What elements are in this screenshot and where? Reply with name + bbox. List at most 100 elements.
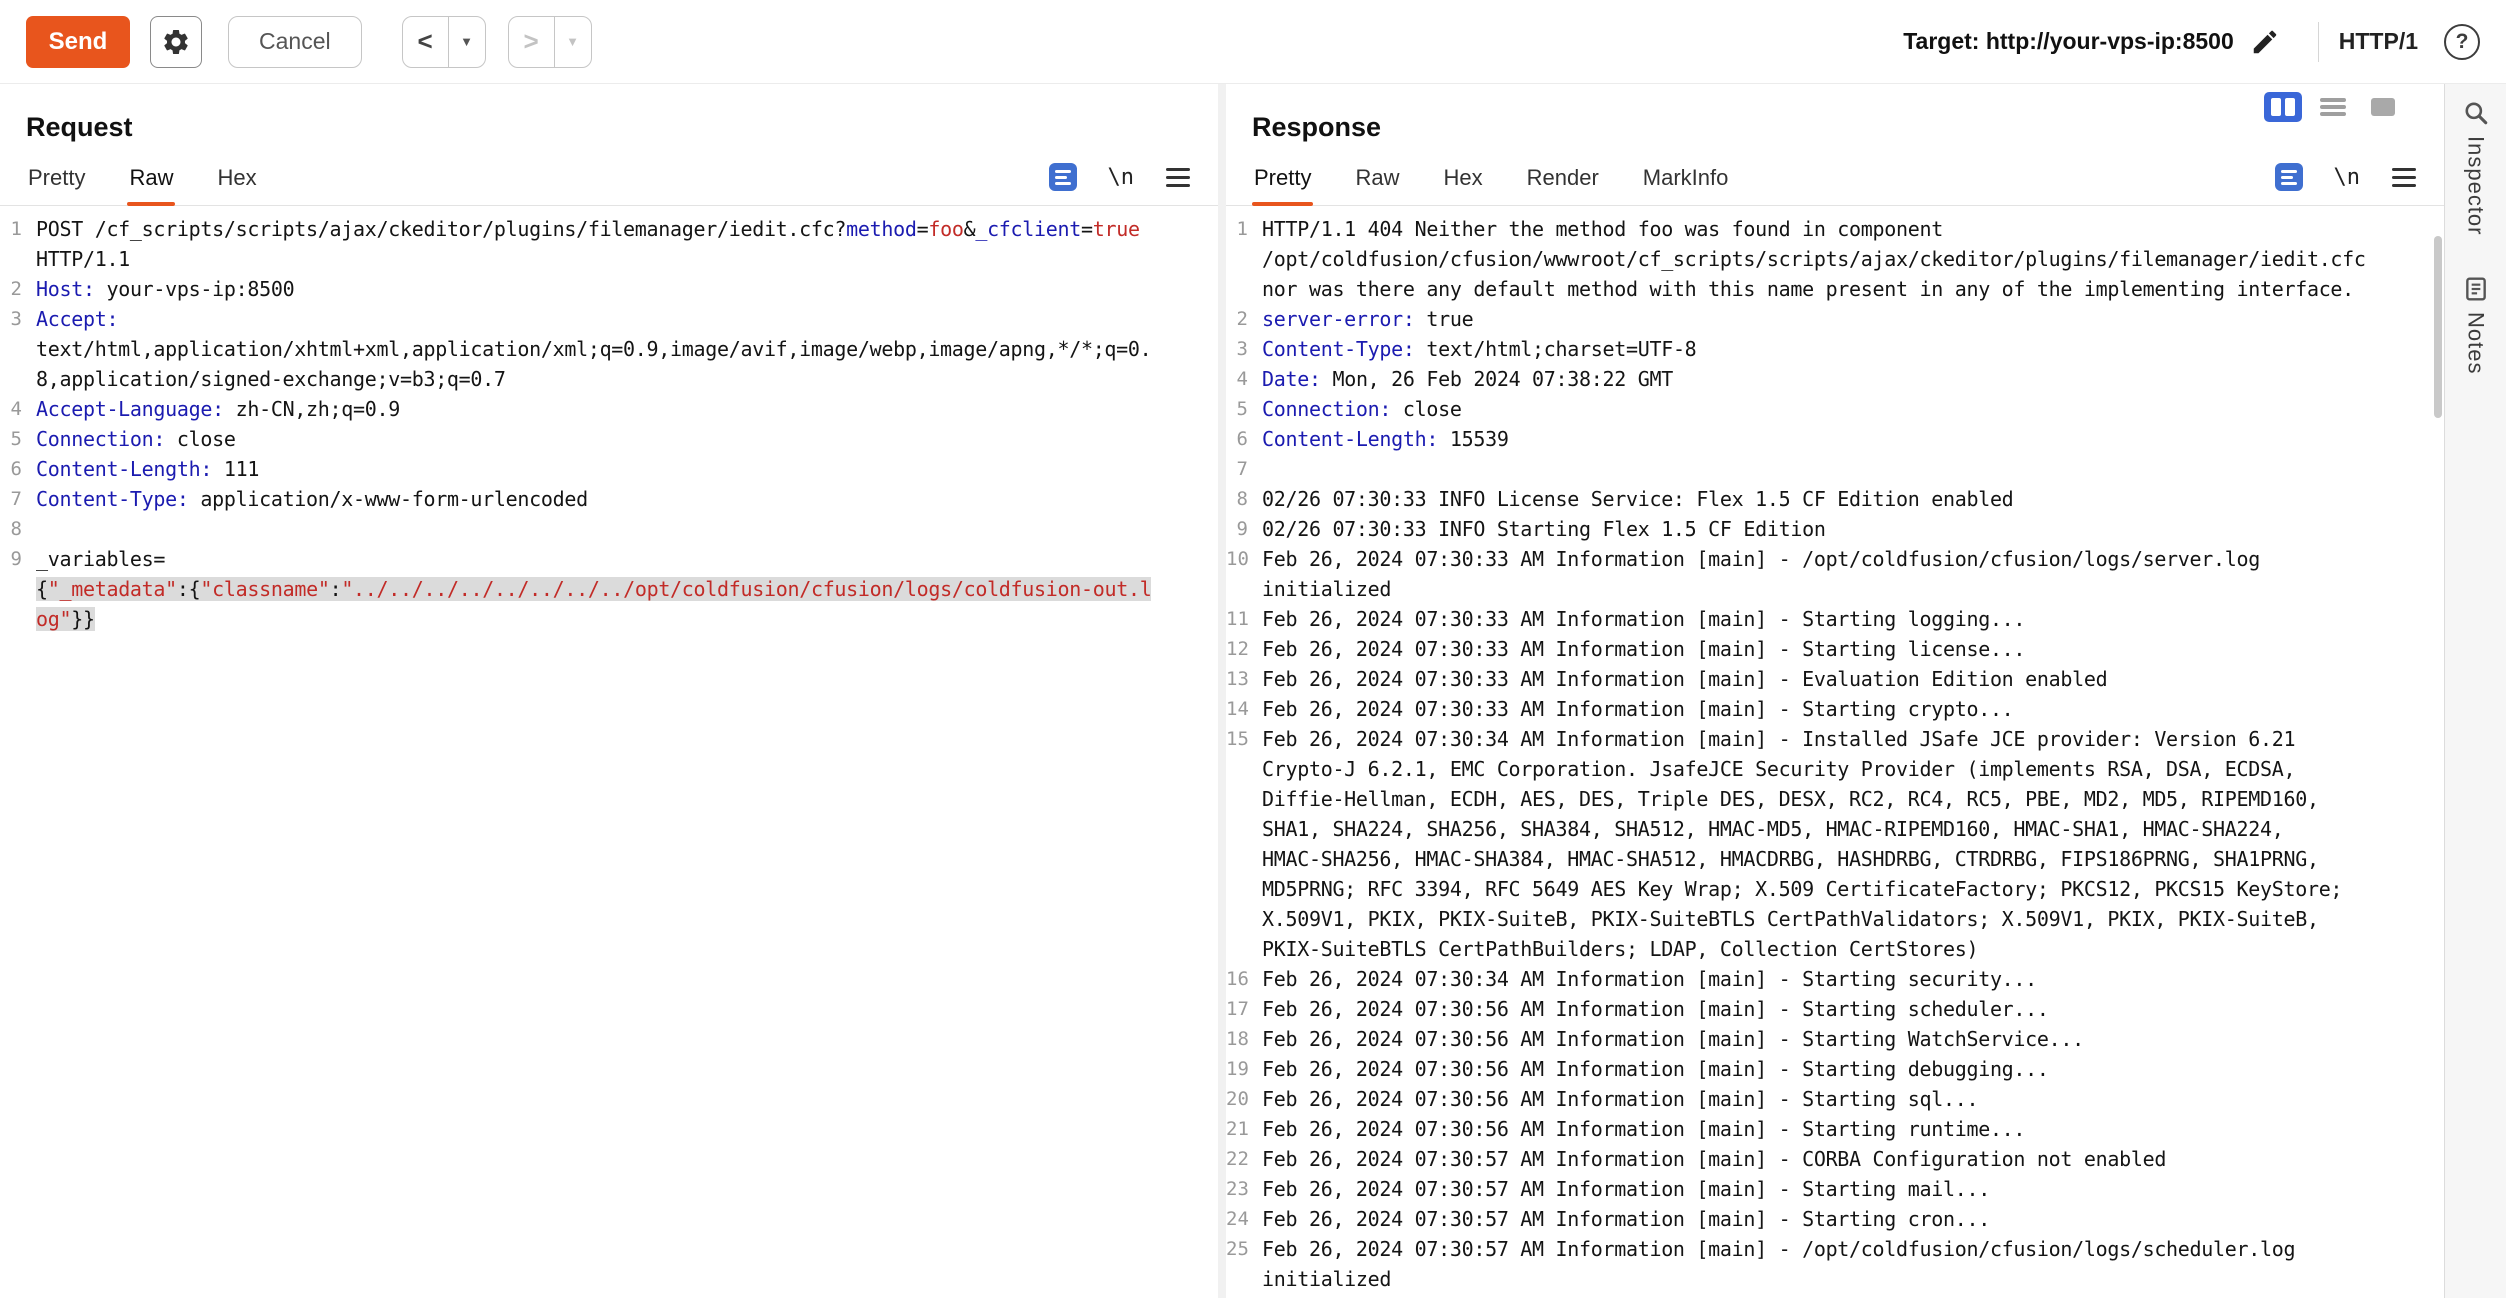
code-text: Feb 26, 2024 07:30:34 AM Information [ma… — [1262, 724, 2444, 964]
line-number: 4 — [1226, 364, 1262, 394]
response-editor-icons: \n — [2274, 162, 2419, 198]
code-text: Content-Type: application/x-www-form-url… — [36, 484, 1218, 514]
tab-render[interactable]: Render — [1525, 155, 1601, 205]
line-number: 2 — [1226, 304, 1262, 334]
line-number: 5 — [1226, 394, 1262, 424]
code-line: 8 — [0, 514, 1218, 544]
forward-dropdown-icon[interactable]: ▼ — [555, 17, 591, 67]
repeater-window: Send Cancel < ▼ > ▼ Target: http://your-… — [0, 0, 2506, 1298]
code-text: 02/26 07:30:33 INFO License Service: Fle… — [1262, 484, 2444, 514]
code-text — [36, 514, 1218, 544]
line-number: 17 — [1226, 994, 1262, 1024]
line-number: 23 — [1226, 1174, 1262, 1204]
line-number: 20 — [1226, 1084, 1262, 1114]
code-line: 5Connection: close — [0, 424, 1218, 454]
response-pane: Response PrettyRawHexRenderMarkInfo — [1226, 84, 2444, 1298]
line-number: 8 — [1226, 484, 1262, 514]
code-text: Content-Length: 15539 — [1262, 424, 2444, 454]
code-text: Feb 26, 2024 07:30:57 AM Information [ma… — [1262, 1144, 2444, 1174]
code-text: Feb 26, 2024 07:30:57 AM Information [ma… — [1262, 1234, 2444, 1294]
http-version-toggle[interactable]: HTTP/1 — [2339, 28, 2418, 55]
sidebar-item-inspector[interactable]: Inspector — [2463, 100, 2489, 236]
line-number: 9 — [1226, 514, 1262, 544]
right-sidebar: Inspector Notes — [2444, 84, 2506, 1298]
syntax-highlight-icon[interactable] — [1048, 162, 1078, 192]
show-newlines-toggle[interactable]: \n — [2334, 165, 2361, 190]
code-line: 2Host: your-vps-ip:8500 — [0, 274, 1218, 304]
code-text: Feb 26, 2024 07:30:34 AM Information [ma… — [1262, 964, 2444, 994]
line-number: 4 — [0, 394, 36, 424]
code-line: 2server-error: true — [1226, 304, 2444, 334]
code-line: 6Content-Length: 15539 — [1226, 424, 2444, 454]
forward-button[interactable]: > — [509, 17, 555, 67]
code-text: Accept:text/html,application/xhtml+xml,a… — [36, 304, 1218, 394]
back-dropdown-icon[interactable]: ▼ — [449, 17, 485, 67]
line-number: 1 — [0, 214, 36, 274]
pane-splitter[interactable] — [1218, 84, 1226, 1298]
tab-hex[interactable]: Hex — [1441, 155, 1484, 205]
code-line: 4Date: Mon, 26 Feb 2024 07:38:22 GMT — [1226, 364, 2444, 394]
send-button[interactable]: Send — [26, 16, 130, 68]
tab-pretty[interactable]: Pretty — [1252, 155, 1313, 205]
code-text: Content-Length: 111 — [36, 454, 1218, 484]
code-text: Feb 26, 2024 07:30:56 AM Information [ma… — [1262, 1084, 2444, 1114]
code-line: 13Feb 26, 2024 07:30:33 AM Information [… — [1226, 664, 2444, 694]
tab-raw[interactable]: Raw — [1353, 155, 1401, 205]
pencil-icon — [2250, 27, 2280, 57]
edit-target-button[interactable] — [2250, 27, 2280, 57]
line-number: 1 — [1226, 214, 1262, 304]
code-line: 3Accept:text/html,application/xhtml+xml,… — [0, 304, 1218, 394]
code-line: 24Feb 26, 2024 07:30:57 AM Information [… — [1226, 1204, 2444, 1234]
show-newlines-toggle[interactable]: \n — [1108, 165, 1135, 190]
line-number: 3 — [1226, 334, 1262, 364]
code-line: 3Content-Type: text/html;charset=UTF-8 — [1226, 334, 2444, 364]
code-text: Feb 26, 2024 07:30:56 AM Information [ma… — [1262, 1114, 2444, 1144]
code-text: Date: Mon, 26 Feb 2024 07:38:22 GMT — [1262, 364, 2444, 394]
line-number: 7 — [0, 484, 36, 514]
layout-rows-button[interactable] — [2314, 92, 2352, 122]
code-line: 11Feb 26, 2024 07:30:33 AM Information [… — [1226, 604, 2444, 634]
layout-columns-button[interactable] — [2264, 92, 2302, 122]
tab-pretty[interactable]: Pretty — [26, 155, 87, 205]
code-line: 19Feb 26, 2024 07:30:56 AM Information [… — [1226, 1054, 2444, 1084]
line-number: 19 — [1226, 1054, 1262, 1084]
toolbar-separator — [2318, 22, 2319, 62]
layout-single-button[interactable] — [2364, 92, 2402, 122]
line-number: 11 — [1226, 604, 1262, 634]
request-header: Request — [0, 84, 1218, 143]
target-url: http://your-vps-ip:8500 — [1986, 28, 2234, 54]
code-line: 6Content-Length: 111 — [0, 454, 1218, 484]
line-number: 18 — [1226, 1024, 1262, 1054]
main-split: Request Pretty Raw Hex \n 1POST /cf_script… — [0, 84, 2506, 1298]
sidebar-label-notes: Notes — [2463, 312, 2489, 374]
code-line: 18Feb 26, 2024 07:30:56 AM Information [… — [1226, 1024, 2444, 1054]
target-label: Target: — [1903, 28, 1979, 54]
editor-menu-icon[interactable] — [2390, 166, 2418, 188]
code-text: _variables={"_metadata":{"classname":"..… — [36, 544, 1218, 634]
code-text: Feb 26, 2024 07:30:56 AM Information [ma… — [1262, 994, 2444, 1024]
code-text: POST /cf_scripts/scripts/ajax/ckeditor/p… — [36, 214, 1218, 274]
cancel-button[interactable]: Cancel — [228, 16, 362, 68]
settings-button[interactable] — [150, 16, 202, 68]
code-line: 12Feb 26, 2024 07:30:33 AM Information [… — [1226, 634, 2444, 664]
response-scrollbar[interactable] — [2434, 236, 2442, 418]
response-editor[interactable]: 1HTTP/1.1 404 Neither the method foo was… — [1226, 206, 2444, 1298]
sidebar-item-notes[interactable]: Notes — [2463, 276, 2489, 374]
tab-markinfo[interactable]: MarkInfo — [1641, 155, 1731, 205]
line-number: 16 — [1226, 964, 1262, 994]
layout-buttons — [2264, 92, 2402, 122]
request-editor[interactable]: 1POST /cf_scripts/scripts/ajax/ckeditor/… — [0, 206, 1218, 1298]
line-number: 9 — [0, 544, 36, 634]
tab-raw[interactable]: Raw — [127, 155, 175, 205]
code-line: 5Connection: close — [1226, 394, 2444, 424]
code-text: Feb 26, 2024 07:30:33 AM Information [ma… — [1262, 604, 2444, 634]
notes-icon — [2463, 276, 2489, 302]
editor-menu-icon[interactable] — [1164, 166, 1192, 188]
code-line: 902/26 07:30:33 INFO Starting Flex 1.5 C… — [1226, 514, 2444, 544]
back-button[interactable]: < — [403, 17, 449, 67]
help-icon[interactable]: ? — [2444, 24, 2480, 60]
tab-hex[interactable]: Hex — [215, 155, 258, 205]
history-back-group: < ▼ — [402, 16, 486, 68]
syntax-highlight-icon[interactable] — [2274, 162, 2304, 192]
line-number: 24 — [1226, 1204, 1262, 1234]
